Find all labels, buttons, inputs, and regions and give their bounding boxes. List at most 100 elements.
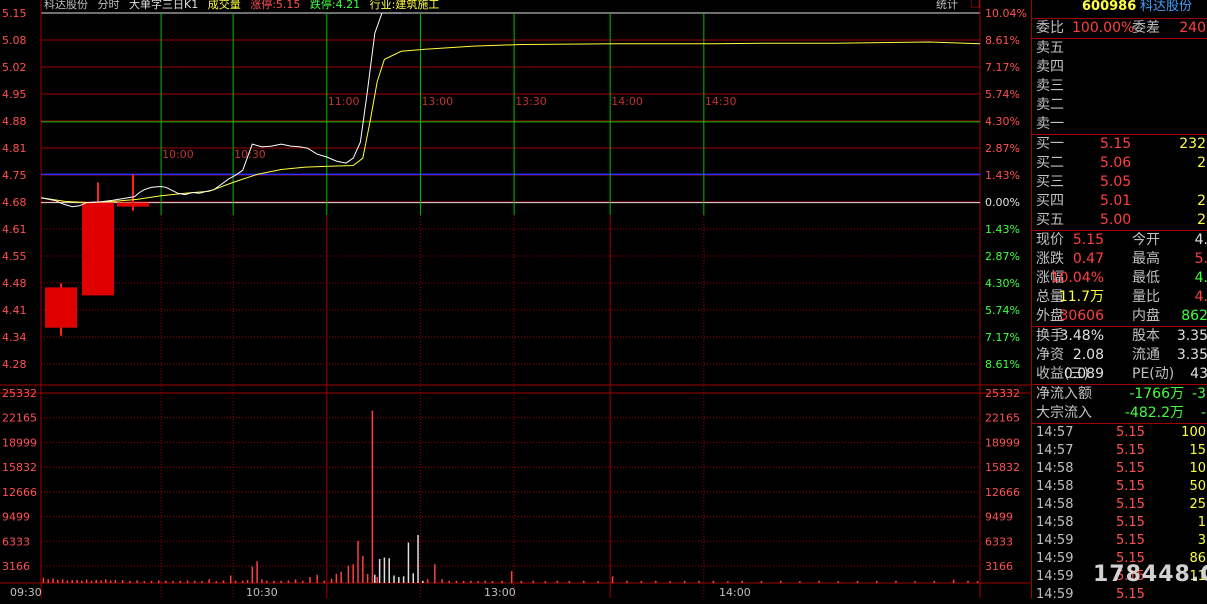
price-axis-label: 4.28 <box>2 358 27 371</box>
stats-label: 净资 <box>1036 347 1064 363</box>
inline-time-label: 13:00 <box>421 95 453 108</box>
flow-label: 大宗流入 <box>1036 405 1092 421</box>
period-label[interactable]: 分时 <box>98 0 120 11</box>
volume-axis-label: 15832 <box>2 461 37 474</box>
quote-row: 外盘 30606 内盘 862 <box>1032 307 1207 326</box>
bid-label: 买一 <box>1036 136 1064 152</box>
tick-row: 14:58 5.15 50 <box>1032 478 1207 496</box>
bid-volume: 2 <box>1197 212 1206 228</box>
quote-value: 0.47 <box>1072 251 1104 267</box>
limit-down-label: 跌停:4.21 <box>309 0 361 11</box>
price-axis-label: 4.75 <box>2 169 27 182</box>
ask-label: 卖四 <box>1036 59 1064 75</box>
quote-row: 总量 11.7万 量比 4. <box>1032 288 1207 307</box>
quote-value: 11.7万 <box>1058 289 1104 305</box>
close-icon[interactable]: □ <box>970 0 980 9</box>
flow-row: 净流入额 -1766万 -3 <box>1032 385 1207 404</box>
limit-up-label: 涨停:5.15 <box>250 0 301 11</box>
weibi-row: 委比 100.00% 委差 240 <box>1032 19 1207 39</box>
quote-label-2: 今开 <box>1132 232 1160 248</box>
price-axis-label: 4.88 <box>2 115 27 128</box>
tick-time: 14:59 <box>1036 533 1074 548</box>
flow-list: 净流入额 -1766万 -3 大宗流入 -482.2万 - <box>1032 385 1207 424</box>
pct-axis-label: 7.17% <box>985 61 1020 74</box>
stock-name-label: 科达股份 <box>44 0 88 11</box>
tick-price: 5.15 <box>1116 497 1145 512</box>
pct-axis-label: 8.61% <box>985 358 1020 371</box>
tick-time: 14:58 <box>1036 479 1074 494</box>
pct-axis-label: 5.74% <box>985 88 1020 101</box>
quote-value: 5.15 <box>1072 232 1104 248</box>
quote-label: 涨跌 <box>1036 251 1064 267</box>
pct-axis-label: 1.43% <box>985 169 1020 182</box>
price-axis-label: 4.95 <box>2 88 27 101</box>
bid-label: 买二 <box>1036 155 1064 171</box>
tick-price: 5.15 <box>1116 479 1145 494</box>
price-axis-label: 4.81 <box>2 142 27 155</box>
indicator-label[interactable]: 大单字三日K1 <box>129 0 198 11</box>
tick-row: 14:58 5.15 25 <box>1032 496 1207 514</box>
stock-name: 科达股份 <box>1140 0 1193 14</box>
ask-row: 卖四 <box>1032 58 1207 77</box>
pct-axis-label: 5.74% <box>985 304 1020 317</box>
tick-volume: 50 <box>1189 479 1206 494</box>
bid-volume: 2 <box>1197 193 1206 209</box>
tick-row: 14:59 5.15 3 <box>1032 532 1207 550</box>
flow-row: 大宗流入 -482.2万 - <box>1032 404 1207 423</box>
quote-label-2: 最低 <box>1132 270 1160 286</box>
ask-label: 卖二 <box>1036 97 1064 113</box>
stats-value: 0.089 <box>1063 366 1104 382</box>
price-axis-label: 5.15 <box>2 7 27 20</box>
ask-row: 卖五 <box>1032 39 1207 58</box>
weibi-label: 委比 <box>1036 20 1064 36</box>
industry-label[interactable]: 行业:建筑施工 <box>370 0 440 11</box>
stats-button[interactable]: 统计 <box>936 0 958 12</box>
stats-value-2: 43 <box>1190 366 1207 382</box>
quote-label-2: 内盘 <box>1132 308 1160 324</box>
volume-axis-label-right: 9499 <box>985 511 1013 524</box>
bid-row: 买五 5.00 2 <box>1032 211 1207 230</box>
quote-label-2: 最高 <box>1132 251 1160 267</box>
chart-header: 科达股份 分时 大单字三日K1 成交量 涨停:5.15 跌停:4.21 行业:建… <box>44 0 445 11</box>
tick-time: 14:59 <box>1036 587 1074 602</box>
tick-volume: 3 <box>1197 533 1206 548</box>
stats-value-2: 3.35 <box>1176 347 1207 363</box>
x-axis-label: 14:00 <box>719 586 751 598</box>
x-axis-label: 10:30 <box>246 586 278 598</box>
price-axis-label: 4.61 <box>2 223 27 236</box>
intraday-chart[interactable]: 5.15 10.04% 5.08 8.61% 5.02 7.17% 4.95 5.74% 4.8… <box>0 0 1030 598</box>
quote-value-2: 862 <box>1181 308 1207 324</box>
tick-volume: 10 <box>1189 461 1206 476</box>
volume-axis-label-right: 6333 <box>985 535 1013 548</box>
tick-price: 5.15 <box>1116 533 1145 548</box>
pct-axis-label: 4.30% <box>985 277 1020 290</box>
tick-price: 5.15 <box>1116 515 1145 530</box>
bid-row: 买二 5.06 2 <box>1032 154 1207 173</box>
volume-axis-label: 18999 <box>2 436 37 449</box>
pct-axis-label: 4.30% <box>985 115 1020 128</box>
stats-value: 2.08 <box>1072 347 1104 363</box>
volume-axis-label-right: 18999 <box>985 436 1020 449</box>
quote-row: 现价 5.15 今开 4. <box>1032 231 1207 250</box>
pct-axis-label: 0.00% <box>985 196 1020 209</box>
volume-axis-label: 3166 <box>2 560 30 573</box>
tick-time: 14:58 <box>1036 515 1074 530</box>
bid-label: 买四 <box>1036 193 1064 209</box>
tick-price: 5.15 <box>1116 587 1145 602</box>
bid-row: 买三 5.05 <box>1032 173 1207 192</box>
tick-volume: 100 <box>1181 425 1206 440</box>
candle-body <box>45 287 77 328</box>
flow-label: 净流入额 <box>1036 386 1092 402</box>
bid-row: 买四 5.01 2 <box>1032 192 1207 211</box>
bid-price: 5.06 <box>1100 155 1132 171</box>
stats-value: 3.48% <box>1059 328 1104 344</box>
stats-row: 收益(三) 0.089 PE(动) 43 <box>1032 365 1207 384</box>
flow-value: -1766万 <box>1129 386 1184 402</box>
x-axis-label: 09:30 <box>10 586 42 598</box>
price-axis-label: 4.48 <box>2 277 27 290</box>
ask-list: 卖五 卖四 卖三 卖二 卖一 <box>1032 39 1207 135</box>
candle-body <box>117 202 149 207</box>
ask-label: 卖三 <box>1036 78 1064 94</box>
pct-axis-label: 2.87% <box>985 142 1020 155</box>
price-axis-label: 5.02 <box>2 61 27 74</box>
